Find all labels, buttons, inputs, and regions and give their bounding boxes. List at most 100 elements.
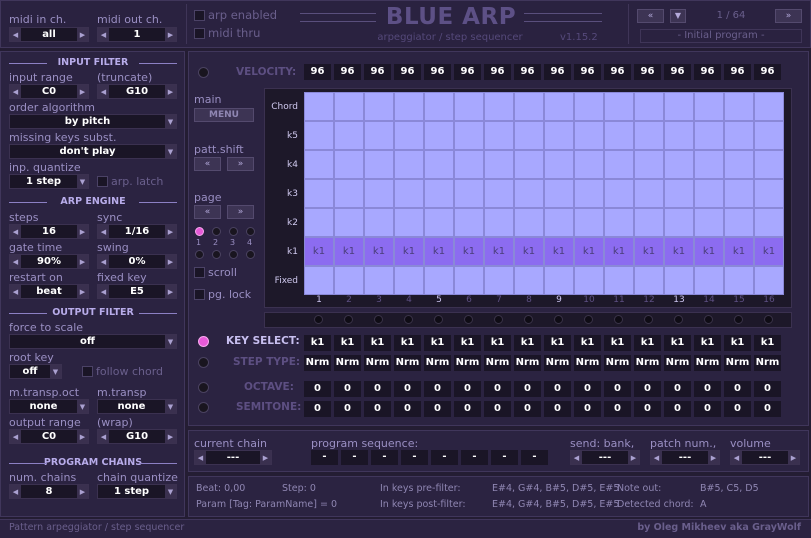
grid-cell[interactable] xyxy=(484,208,514,237)
step-type-cell[interactable]: Nrm xyxy=(694,355,721,371)
chevron-down-icon[interactable]: ▼ xyxy=(77,400,88,413)
missing-keys-dropdown[interactable]: don't play ▼ xyxy=(9,144,177,159)
grid-cell[interactable] xyxy=(334,208,364,237)
grid-cell[interactable] xyxy=(394,121,424,150)
grid-cell[interactable] xyxy=(454,266,484,295)
semitone-cell[interactable]: 0 xyxy=(334,401,361,417)
semitone-cell[interactable]: 0 xyxy=(394,401,421,417)
arrow-left-icon[interactable]: ◀ xyxy=(10,485,21,498)
key-select-cell[interactable]: k1 xyxy=(364,335,391,351)
arrow-left-icon[interactable]: ◀ xyxy=(98,285,109,298)
grid-cell[interactable] xyxy=(754,266,784,295)
key-select-cell[interactable]: k1 xyxy=(334,335,361,351)
octave-cell[interactable]: 0 xyxy=(364,381,391,397)
semitone-cell[interactable]: 0 xyxy=(364,401,391,417)
grid-cell[interactable] xyxy=(304,92,334,121)
octave-cell[interactable]: 0 xyxy=(334,381,361,397)
velocity-cell[interactable]: 96 xyxy=(334,64,361,80)
arrow-right-icon[interactable]: ▶ xyxy=(165,285,176,298)
grid-cell[interactable] xyxy=(514,121,544,150)
grid-cell[interactable] xyxy=(424,92,454,121)
patt-shift-left-button[interactable]: « xyxy=(194,157,221,171)
grid-cell[interactable] xyxy=(544,92,574,121)
grid-cell[interactable] xyxy=(664,92,694,121)
velocity-cell[interactable]: 96 xyxy=(754,64,781,80)
step-type-cell[interactable]: Nrm xyxy=(574,355,601,371)
page-left-button[interactable]: « xyxy=(194,205,221,219)
arrow-left-icon[interactable]: ◀ xyxy=(10,430,21,443)
grid-cell[interactable] xyxy=(634,150,664,179)
arrow-left-icon[interactable]: ◀ xyxy=(731,451,742,464)
arrow-left-icon[interactable]: ◀ xyxy=(651,451,662,464)
grid-cell[interactable] xyxy=(304,150,334,179)
grid-cell[interactable] xyxy=(394,150,424,179)
grid-cell[interactable] xyxy=(514,150,544,179)
grid-cell[interactable]: k1 xyxy=(604,237,634,266)
grid-cell[interactable] xyxy=(694,266,724,295)
output-range-high[interactable]: ◀ G10 ▶ xyxy=(97,429,177,444)
grid-cell[interactable] xyxy=(754,92,784,121)
grid-cell[interactable] xyxy=(514,208,544,237)
grid-cell[interactable] xyxy=(394,266,424,295)
key-select-cell[interactable]: k1 xyxy=(304,335,331,351)
grid-cell[interactable] xyxy=(634,92,664,121)
semitone-cell[interactable]: 0 xyxy=(694,401,721,417)
sync-spinner[interactable]: ◀ 1/16 ▶ xyxy=(97,224,177,239)
arrow-left-icon[interactable]: ◀ xyxy=(10,225,21,238)
grid-cell[interactable] xyxy=(304,266,334,295)
step-type-cell[interactable]: Nrm xyxy=(424,355,451,371)
grid-cell[interactable] xyxy=(334,150,364,179)
arrow-right-icon[interactable]: ▶ xyxy=(165,430,176,443)
input-range-low[interactable]: ◀ C0 ▶ xyxy=(9,84,89,99)
semitone-cell[interactable]: 0 xyxy=(574,401,601,417)
chevron-down-icon[interactable]: ▼ xyxy=(50,365,61,378)
semitone-led[interactable] xyxy=(198,402,209,413)
grid-cell[interactable] xyxy=(664,208,694,237)
grid-cell[interactable] xyxy=(754,208,784,237)
octave-cell[interactable]: 0 xyxy=(634,381,661,397)
chevron-down-icon[interactable]: ▼ xyxy=(165,400,176,413)
velocity-cell[interactable]: 96 xyxy=(694,64,721,80)
page-led[interactable] xyxy=(229,250,238,259)
grid-cell[interactable] xyxy=(634,266,664,295)
chevron-down-icon[interactable]: ▼ xyxy=(77,175,88,188)
arrow-left-icon[interactable]: ◀ xyxy=(98,85,109,98)
output-range-low[interactable]: ◀ C0 ▶ xyxy=(9,429,89,444)
grid-cell[interactable] xyxy=(724,266,754,295)
key-select-cell[interactable]: k1 xyxy=(424,335,451,351)
follow-chord-checkbox[interactable] xyxy=(82,366,93,377)
arrow-right-icon[interactable]: ▶ xyxy=(708,451,719,464)
grid-cell[interactable] xyxy=(694,92,724,121)
semitone-cell[interactable]: 0 xyxy=(454,401,481,417)
key-select-led[interactable] xyxy=(198,336,209,347)
grid-cell[interactable] xyxy=(574,121,604,150)
sequence-slot[interactable]: - xyxy=(341,450,368,465)
step-type-cell[interactable]: Nrm xyxy=(514,355,541,371)
send-bank-spinner[interactable]: ◀ --- ▶ xyxy=(570,450,640,465)
grid-cell[interactable] xyxy=(424,208,454,237)
grid-cell[interactable] xyxy=(484,121,514,150)
step-type-cell[interactable]: Nrm xyxy=(634,355,661,371)
sequence-slot[interactable]: - xyxy=(401,450,428,465)
grid-cell[interactable]: k1 xyxy=(304,237,334,266)
grid-cell[interactable] xyxy=(724,92,754,121)
grid-cell[interactable]: k1 xyxy=(634,237,664,266)
octave-cell[interactable]: 0 xyxy=(574,381,601,397)
chevron-down-icon[interactable]: ▼ xyxy=(165,485,176,498)
semitone-cell[interactable]: 0 xyxy=(604,401,631,417)
force-scale-dropdown[interactable]: off ▼ xyxy=(9,334,177,349)
arrow-left-icon[interactable]: ◀ xyxy=(98,28,109,41)
velocity-cell[interactable]: 96 xyxy=(604,64,631,80)
step-type-cell[interactable]: Nrm xyxy=(664,355,691,371)
step-type-cell[interactable]: Nrm xyxy=(754,355,781,371)
page-right-button[interactable]: » xyxy=(227,205,254,219)
key-select-cell[interactable]: k1 xyxy=(514,335,541,351)
octave-cell[interactable]: 0 xyxy=(694,381,721,397)
arrow-left-icon[interactable]: ◀ xyxy=(195,451,206,464)
semitone-cell[interactable]: 0 xyxy=(544,401,571,417)
grid-cell[interactable] xyxy=(334,92,364,121)
step-type-cell[interactable]: Nrm xyxy=(304,355,331,371)
octave-cell[interactable]: 0 xyxy=(514,381,541,397)
grid-cell[interactable] xyxy=(424,266,454,295)
grid-cell[interactable] xyxy=(334,121,364,150)
